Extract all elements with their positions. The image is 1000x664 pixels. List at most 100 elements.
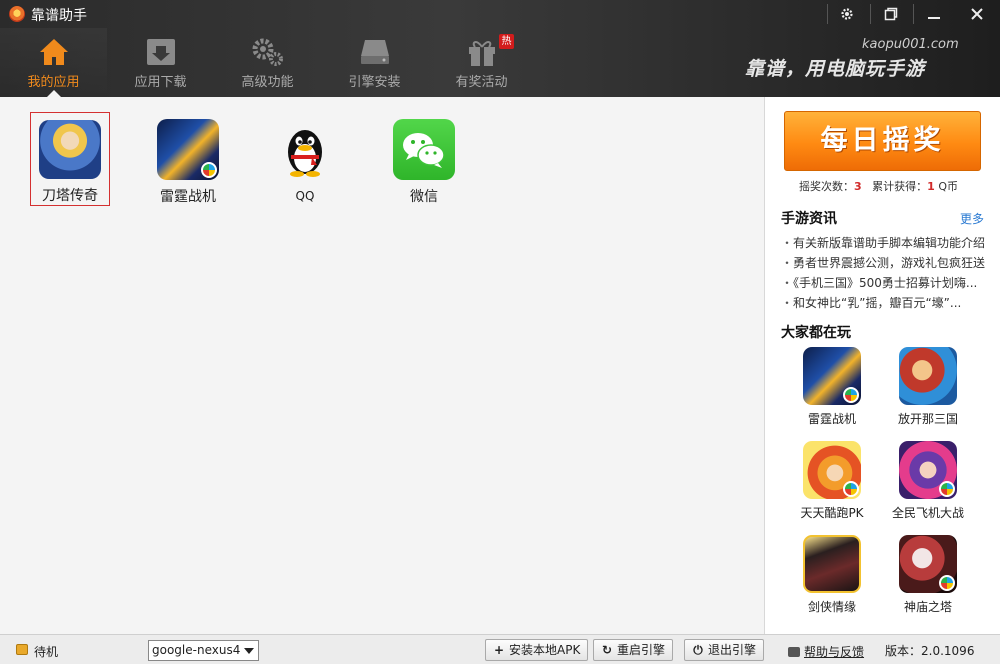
help-feedback-label: 帮助与反馈 bbox=[804, 645, 865, 659]
daily-lottery-button[interactable]: 每日摇奖 bbox=[784, 111, 981, 171]
monitor-status-icon bbox=[16, 644, 28, 655]
power-icon: ⏻ bbox=[693, 643, 703, 657]
refresh-icon: ↻ bbox=[601, 643, 613, 657]
minimize-button[interactable] bbox=[914, 0, 954, 28]
lottery-count-label: 摇奖次数： bbox=[799, 180, 854, 193]
install-apk-label: 安装本地APK bbox=[509, 643, 581, 657]
app-name: 刀塔传奇 bbox=[42, 188, 98, 204]
restart-engine-label: 重启引擎 bbox=[617, 643, 666, 657]
my-apps-panel: 刀塔传奇 雷霆战机 QQ 微信 bbox=[0, 97, 764, 634]
app-title: 靠谱助手 bbox=[31, 8, 87, 24]
popular-section-title: 大家都在玩 bbox=[781, 325, 851, 341]
dota-legend-app-icon bbox=[39, 120, 101, 179]
lottery-count-value: 3 bbox=[854, 180, 862, 193]
nav-my-apps[interactable]: 我的应用 bbox=[0, 28, 107, 97]
thunder-fighter-app-icon bbox=[157, 119, 219, 180]
chat-icon bbox=[788, 647, 800, 657]
help-feedback-link[interactable]: 帮助与反馈 bbox=[788, 643, 864, 660]
nav-advanced[interactable]: 高级功能 bbox=[214, 28, 321, 97]
popular-game-tile[interactable]: 雷霆战机 bbox=[785, 347, 879, 441]
qq-penguin-app-icon bbox=[274, 119, 336, 181]
nav-rewards[interactable]: 有奖活动 热 bbox=[428, 28, 535, 97]
settings-button[interactable] bbox=[827, 0, 867, 28]
news-item[interactable]: 《手机三国》500勇士招募计划嗨... bbox=[781, 273, 991, 293]
nav-label: 高级功能 bbox=[241, 75, 294, 90]
drive-icon bbox=[360, 40, 389, 64]
nav-app-download[interactable]: 应用下载 bbox=[107, 28, 214, 97]
wechat-app-icon bbox=[393, 119, 455, 180]
popular-game-name: 全民飞机大战 bbox=[891, 506, 964, 520]
gear-icon bbox=[841, 8, 853, 20]
version-label: 版本： bbox=[885, 644, 922, 658]
title-bar: 靠谱助手 bbox=[0, 0, 1000, 28]
app-tile-leiting[interactable]: 雷霆战机 bbox=[148, 112, 228, 206]
close-button[interactable] bbox=[957, 0, 997, 28]
main-nav: 我的应用 应用下载 高级功能 引擎安装 有奖活动 热 bbox=[0, 28, 535, 97]
app-tile-daota[interactable]: 刀塔传奇 bbox=[30, 112, 110, 206]
swordsman-app-icon bbox=[803, 535, 861, 593]
popular-game-name: 神庙之塔 bbox=[903, 600, 952, 614]
news-item[interactable]: 和女神比“乳”摇，瓣百元“壕”... bbox=[781, 293, 991, 313]
news-item[interactable]: 勇者世界震撼公测，游戏礼包疯狂送 bbox=[781, 253, 991, 273]
nav-label: 应用下载 bbox=[134, 75, 187, 90]
popular-game-tile[interactable]: 剑侠情缘 bbox=[785, 535, 879, 629]
close-icon bbox=[971, 8, 983, 20]
exit-engine-button[interactable]: ⏻ 退出引擎 bbox=[684, 639, 765, 661]
app-tile-qq[interactable]: QQ bbox=[265, 112, 345, 206]
app-tile-wechat[interactable]: 微信 bbox=[384, 112, 464, 206]
temple-tower-app-icon bbox=[899, 535, 957, 593]
tencent-badge-icon bbox=[843, 387, 859, 403]
tiantian-parkour-app-icon bbox=[803, 441, 861, 499]
install-apk-button[interactable]: + 安装本地APK bbox=[485, 639, 589, 661]
tencent-badge-icon bbox=[939, 481, 955, 497]
earned-value: 1 bbox=[927, 180, 935, 193]
status-text: 待机 bbox=[34, 645, 59, 659]
minimize-icon bbox=[928, 17, 940, 19]
lottery-stats: 摇奖次数：3 累计获得：1 Q币 bbox=[799, 178, 958, 194]
popular-game-tile[interactable]: 神庙之塔 bbox=[881, 535, 975, 629]
tencent-badge-icon bbox=[201, 162, 217, 178]
earned-unit: Q币 bbox=[938, 180, 958, 193]
app-name: QQ bbox=[295, 189, 315, 203]
restore-button[interactable] bbox=[871, 0, 911, 28]
active-indicator bbox=[47, 90, 61, 97]
popular-game-name: 剑侠情缘 bbox=[807, 600, 856, 614]
popular-game-tile[interactable]: 放开那三国 bbox=[881, 347, 975, 441]
plane-war-app-icon bbox=[899, 441, 957, 499]
news-more-link[interactable]: 更多 bbox=[960, 210, 984, 227]
restore-icon bbox=[884, 7, 898, 21]
nav-label: 有奖活动 bbox=[455, 75, 508, 90]
status-bar: 待机 google-nexus4 + 安装本地APK ↻ 重启引擎 ⏻ 退出引擎 帮助… bbox=[0, 634, 1000, 664]
home-icon bbox=[39, 39, 68, 65]
tencent-badge-icon bbox=[843, 481, 859, 497]
app-name: 微信 bbox=[410, 189, 438, 205]
device-select[interactable]: google-nexus4 bbox=[148, 640, 259, 661]
news-list: 有关新版靠谱助手脚本编辑功能介绍 勇者世界震撼公测，游戏礼包疯狂送 《手机三国》… bbox=[781, 233, 991, 313]
popular-game-tile[interactable]: 天天酷跑PK bbox=[785, 441, 879, 535]
popular-game-name: 放开那三国 bbox=[897, 412, 958, 426]
nav-label: 引擎安装 bbox=[348, 75, 401, 90]
nav-engine-install[interactable]: 引擎安装 bbox=[321, 28, 428, 97]
download-icon bbox=[146, 39, 175, 65]
hot-badge: 热 bbox=[499, 34, 514, 49]
version-number: 2.0.1096 bbox=[921, 644, 975, 658]
restart-engine-button[interactable]: ↻ 重启引擎 bbox=[593, 639, 674, 661]
app-logo-icon bbox=[9, 6, 25, 22]
header-slogan: 靠谱，用电脑玩手游 bbox=[745, 58, 926, 80]
chevron-down-icon bbox=[244, 648, 254, 654]
header-bar: 靠谱助手 我的应用 应用下载 高级功能 引擎安装 有奖活动 热 kaopu001… bbox=[0, 0, 1000, 97]
app-name: 雷霆战机 bbox=[160, 189, 216, 205]
news-section-title: 手游资讯 bbox=[781, 211, 837, 227]
three-kingdoms-app-icon bbox=[899, 347, 957, 405]
nav-label: 我的应用 bbox=[27, 75, 80, 90]
news-item[interactable]: 有关新版靠谱助手脚本编辑功能介绍 bbox=[781, 233, 991, 253]
tencent-badge-icon bbox=[939, 575, 955, 591]
plus-icon: + bbox=[493, 643, 505, 657]
header-url: kaopu001.com bbox=[862, 37, 959, 52]
gears-icon bbox=[252, 38, 283, 66]
device-select-value: google-nexus4 bbox=[152, 643, 241, 657]
thunder-fighter-app-icon bbox=[803, 347, 861, 405]
popular-game-name: 天天酷跑PK bbox=[800, 506, 864, 520]
popular-game-tile[interactable]: 全民飞机大战 bbox=[881, 441, 975, 535]
sidebar: 每日摇奖 摇奖次数：3 累计获得：1 Q币 手游资讯 更多 有关新版靠谱助手脚本… bbox=[764, 97, 1000, 634]
